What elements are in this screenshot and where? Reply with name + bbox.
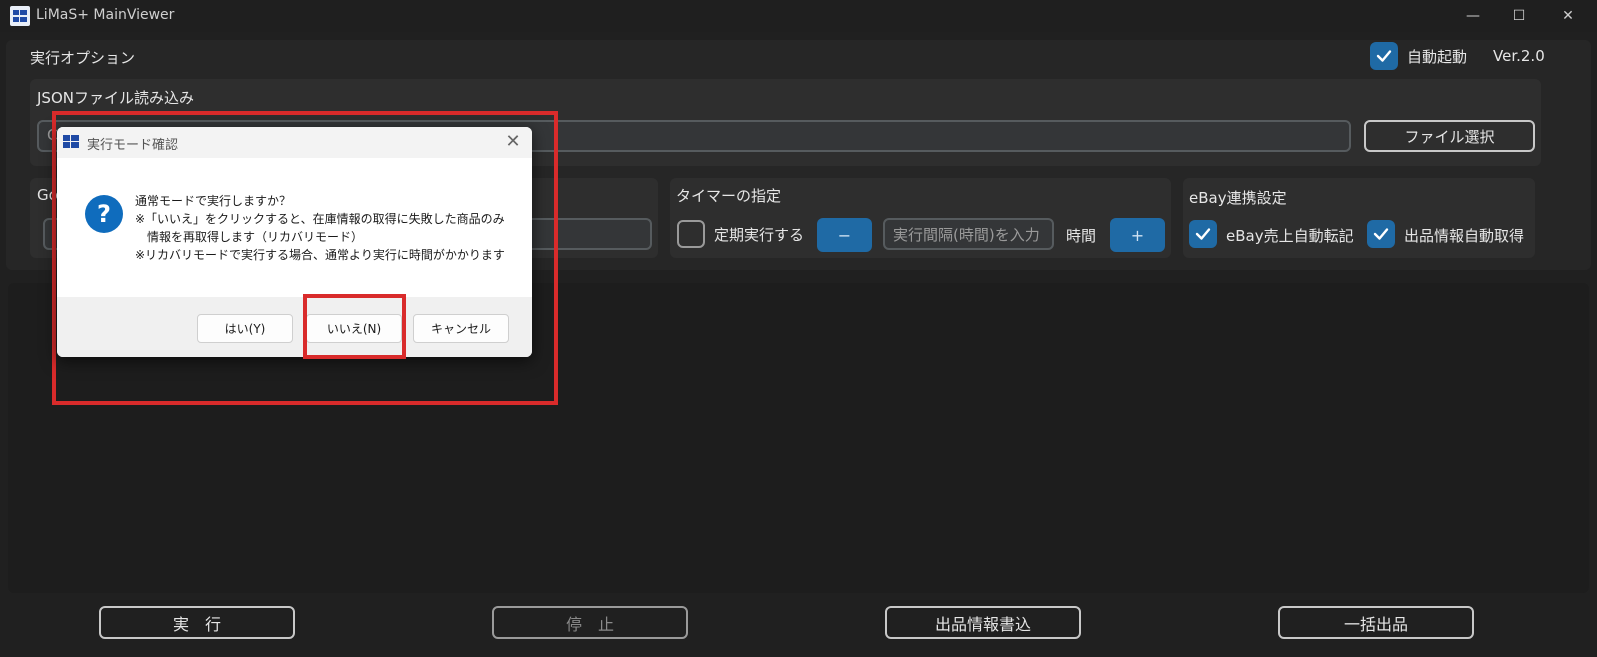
version-label: Ver.2.0 (1493, 47, 1545, 65)
check-icon (1376, 50, 1392, 62)
listing-info-checkbox[interactable] (1367, 220, 1395, 248)
options-title: 実行オプション (30, 49, 136, 67)
check-icon (1195, 228, 1211, 240)
dialog-body: ? 通常モードで実行しますか？ ※「いいえ」をクリックすると、在庫情報の取得に失… (57, 158, 532, 297)
decrease-button[interactable]: − (817, 218, 872, 252)
auto-start-label: 自動起動 (1407, 48, 1468, 66)
close-icon[interactable]: ✕ (1545, 0, 1591, 32)
yes-button[interactable]: はい(Y) (197, 314, 293, 343)
ebay-title: eBay連携設定 (1189, 189, 1287, 207)
bulk-listing-button[interactable]: 一括出品 (1278, 606, 1474, 639)
ebay-sales-checkbox[interactable] (1189, 220, 1217, 248)
listing-info-label: 出品情報自動取得 (1404, 227, 1525, 245)
interval-input[interactable]: 実行間隔(時間)を入力 (883, 218, 1054, 250)
minimize-icon[interactable]: — (1450, 0, 1496, 32)
increase-button[interactable]: + (1110, 218, 1165, 252)
auto-start-checkbox[interactable] (1370, 42, 1398, 70)
dialog-message-line: 通常モードで実行しますか？ (135, 194, 292, 208)
run-mode-dialog: 実行モード確認 ✕ ? 通常モードで実行しますか？ ※「いいえ」をクリックすると… (57, 127, 532, 357)
run-button[interactable]: 実 行 (99, 606, 295, 639)
dialog-title: 実行モード確認 (87, 138, 179, 153)
cancel-button[interactable]: キャンセル (413, 314, 509, 343)
app-logo-icon (63, 135, 79, 148)
check-icon (1373, 228, 1389, 240)
dialog-footer: はい(Y) いいえ(N) キャンセル (57, 297, 532, 357)
stop-button[interactable]: 停 止 (492, 606, 688, 639)
hours-unit-label: 時間 (1066, 227, 1097, 245)
dialog-message-line: ※リカバリモードで実行する場合、通常より実行に時間がかかります (135, 248, 505, 262)
title-bar: LiMaS+ MainViewer — ☐ ✕ (0, 0, 1597, 32)
ebay-sales-label: eBay売上自動転記 (1226, 227, 1354, 245)
dialog-message-line: 情報を再取得します（リカバリモード） (135, 230, 364, 244)
timer-title: タイマーの指定 (676, 187, 782, 205)
annotation-highlight-no-button (303, 294, 406, 359)
window-title: LiMaS+ MainViewer (36, 7, 175, 23)
question-icon: ? (85, 195, 123, 233)
periodic-checkbox[interactable] (677, 220, 705, 248)
periodic-label: 定期実行する (714, 226, 805, 244)
dialog-message-line: ※「いいえ」をクリックすると、在庫情報の取得に失敗した商品のみ (135, 212, 505, 226)
app-logo-icon (10, 6, 30, 26)
write-listing-button[interactable]: 出品情報書込 (885, 606, 1081, 639)
maximize-icon[interactable]: ☐ (1496, 0, 1542, 32)
file-select-button[interactable]: ファイル選択 (1364, 120, 1535, 152)
dialog-title-bar: 実行モード確認 ✕ (57, 127, 532, 158)
json-load-title: JSONファイル読み込み (37, 89, 194, 107)
dialog-close-icon[interactable]: ✕ (502, 131, 524, 153)
